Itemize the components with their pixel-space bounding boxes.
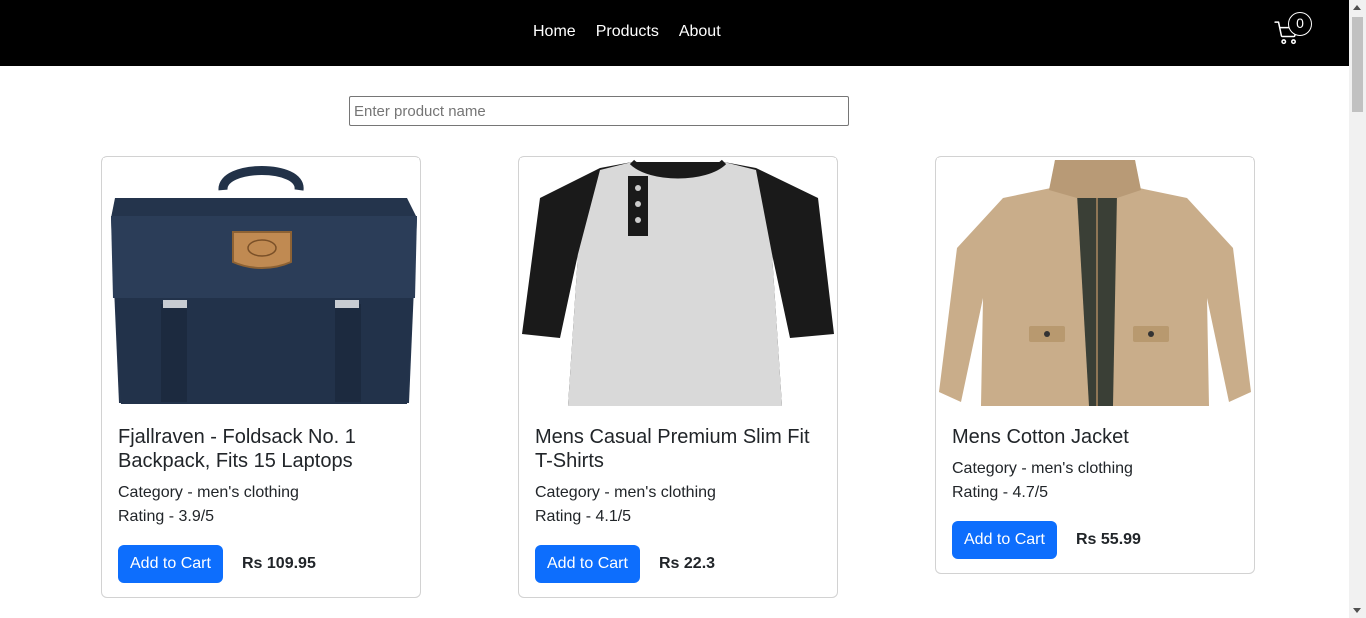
cart-count-badge: 0 <box>1288 12 1312 36</box>
product-title: Mens Casual Premium Slim Fit T-Shirts <box>535 426 810 472</box>
product-rating: Rating - 4.7/5 <box>952 484 1049 501</box>
product-category: Category - men's clothing <box>535 484 716 501</box>
scrollbar-thumb[interactable] <box>1352 17 1363 112</box>
product-title: Fjallraven - Foldsack No. 1 Backpack, Fi… <box>118 426 356 472</box>
product-card: Mens Cotton Jacket Category - men's clot… <box>935 156 1255 574</box>
jacket-image <box>937 158 1253 408</box>
nav-link-about[interactable]: About <box>679 21 721 42</box>
cart-button[interactable]: 0 <box>1274 12 1316 50</box>
card-body: Fjallraven - Foldsack No. 1 Backpack, Fi… <box>118 425 404 583</box>
backpack-image <box>103 158 419 408</box>
product-price: Rs 109.95 <box>242 555 316 572</box>
product-rating: Rating - 3.9/5 <box>118 508 215 525</box>
product-price: Rs 22.3 <box>659 555 716 572</box>
product-search-input[interactable] <box>349 96 849 126</box>
product-category: Category - men's clothing <box>118 484 299 501</box>
product-rating: Rating - 4.1/5 <box>535 508 632 525</box>
product-title: Mens Cotton Jacket <box>952 426 1129 448</box>
product-card: Mens Casual Premium Slim Fit T-Shirts Ca… <box>518 156 838 598</box>
card-footer: Add to Cart Rs 55.99 <box>952 521 1238 559</box>
scroll-down-arrow[interactable] <box>1353 608 1361 613</box>
card-footer: Add to Cart Rs 22.3 <box>535 545 821 583</box>
product-card: Fjallraven - Foldsack No. 1 Backpack, Fi… <box>101 156 421 598</box>
card-body: Mens Casual Premium Slim Fit T-Shirts Ca… <box>535 425 821 583</box>
nav-links: Home Products About <box>533 21 741 42</box>
card-footer: Add to Cart Rs 109.95 <box>118 545 404 583</box>
add-to-cart-button[interactable]: Add to Cart <box>118 545 223 583</box>
navbar: Home Products About 0 <box>0 0 1349 66</box>
product-category: Category - men's clothing <box>952 460 1133 477</box>
tshirt-image <box>520 158 836 408</box>
add-to-cart-button[interactable]: Add to Cart <box>952 521 1057 559</box>
scroll-up-arrow[interactable] <box>1353 5 1361 10</box>
product-price: Rs 55.99 <box>1076 531 1141 548</box>
nav-link-products[interactable]: Products <box>596 21 659 42</box>
nav-link-home[interactable]: Home <box>533 21 576 42</box>
page-scrollbar[interactable] <box>1349 0 1366 618</box>
card-body: Mens Cotton Jacket Category - men's clot… <box>952 425 1238 559</box>
add-to-cart-button[interactable]: Add to Cart <box>535 545 640 583</box>
